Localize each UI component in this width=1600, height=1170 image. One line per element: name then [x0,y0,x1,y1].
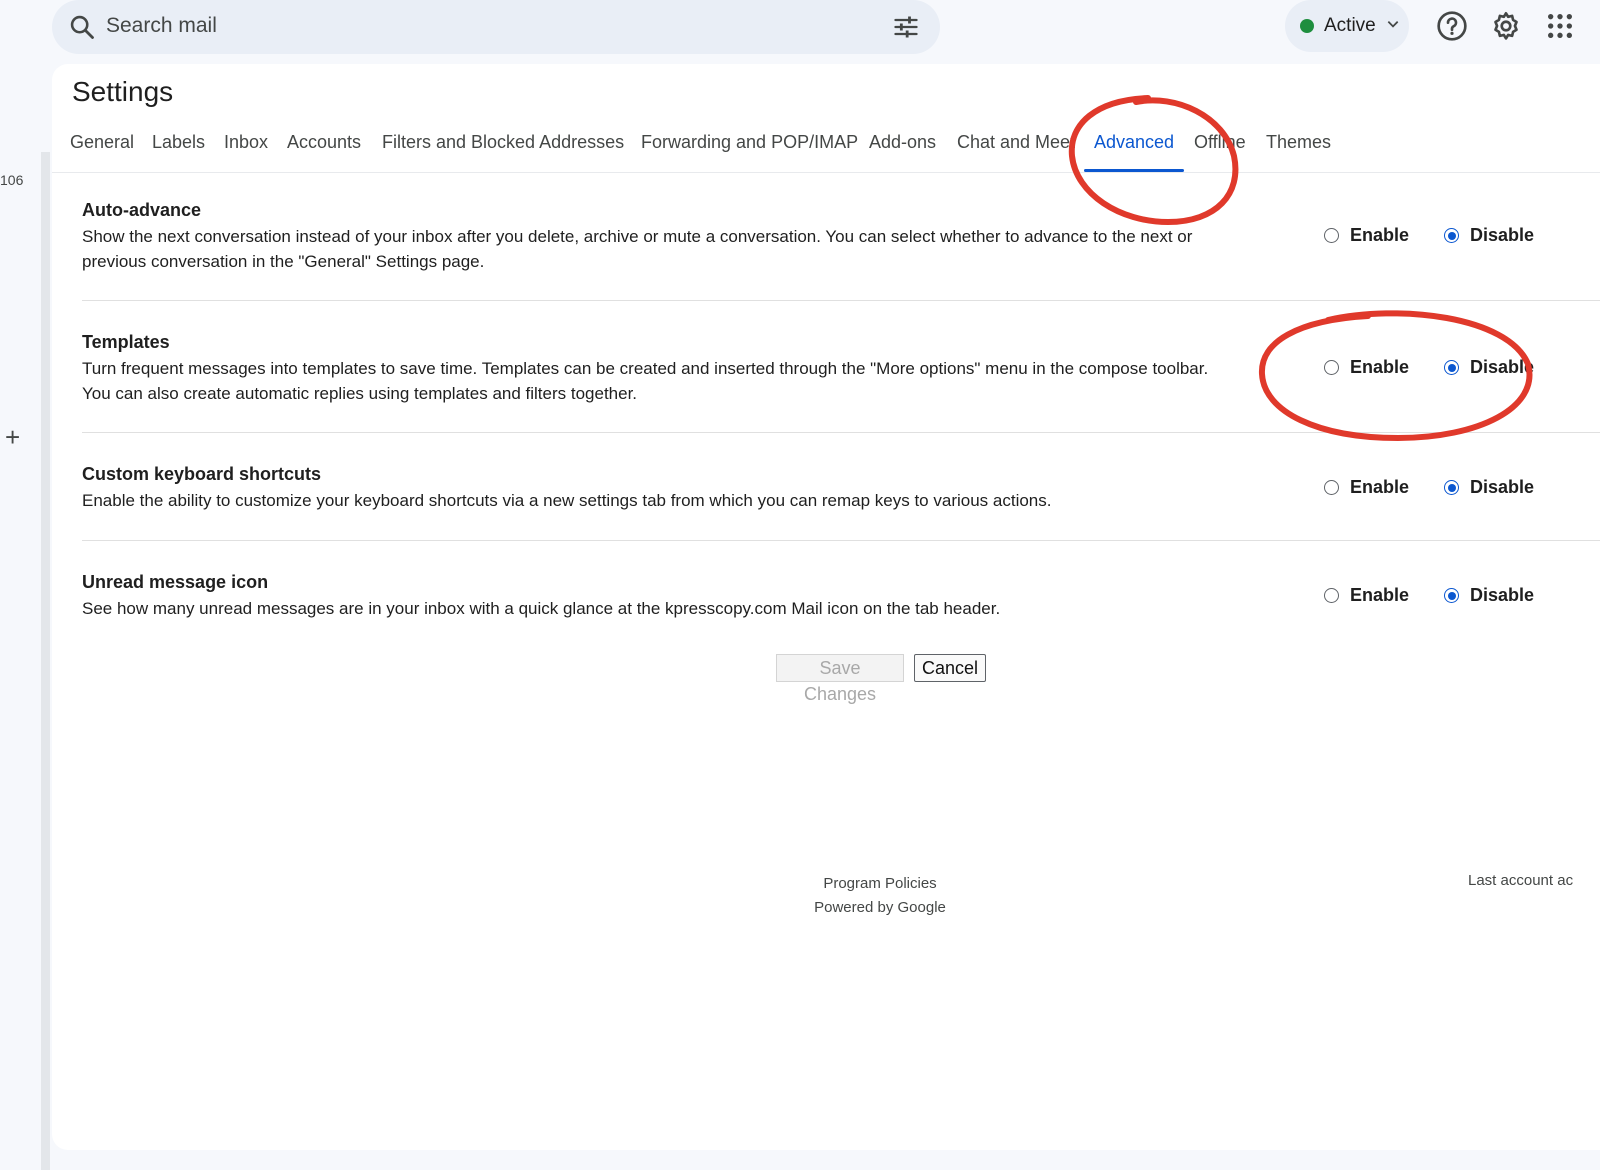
setting-description: Enable the ability to customize your key… [82,491,1052,510]
program-policies-link[interactable]: Program Policies [760,872,1000,896]
status-label: Active [1324,15,1376,36]
enable-label: Enable [1350,225,1410,245]
tab-chat-meet[interactable]: Chat and Meet [957,132,1075,153]
setting-description: See how many unread messages are in your… [82,599,1001,618]
tab-general[interactable]: General [70,132,134,153]
enable-radio[interactable] [1324,360,1339,375]
setting-description: Show the next conversation instead of yo… [82,227,1193,271]
setting-unread-icon: Unread message icon See how many unread … [82,572,1600,622]
footer-links: Program Policies Powered by Google [760,872,1000,920]
tab-filters[interactable]: Filters and Blocked Addresses [382,132,624,153]
disable-label: Disable [1470,225,1535,245]
setting-auto-advance: Auto-advance Show the next conversation … [82,200,1600,274]
status-dot [1300,19,1314,33]
enable-radio[interactable] [1324,228,1339,243]
tab-offline[interactable]: Offline [1194,132,1246,153]
setting-templates: Templates Turn frequent messages into te… [82,332,1600,406]
enable-label: Enable [1350,357,1410,377]
tab-addons[interactable]: Add-ons [869,132,936,153]
powered-by-text: Powered by Google [814,899,946,916]
disable-radio[interactable] [1444,588,1459,603]
cancel-button[interactable]: Cancel [914,654,986,682]
disable-label: Disable [1470,357,1535,377]
disable-label: Disable [1470,585,1535,605]
setting-title: Custom keyboard shortcuts [82,464,322,484]
help-icon[interactable] [1436,10,1468,42]
setting-title: Templates [82,332,170,352]
gear-icon[interactable] [1490,10,1522,42]
search-input[interactable]: Search mail [106,14,217,38]
tab-inbox[interactable]: Inbox [224,132,268,153]
setting-description: Turn frequent messages into templates to… [82,359,1209,403]
last-account-activity: Last account ac [1468,872,1574,889]
rail-scrollbar[interactable] [41,152,50,1170]
tab-forwarding[interactable]: Forwarding and POP/IMAP [641,132,858,153]
disable-radio[interactable] [1444,360,1459,375]
tab-accounts[interactable]: Accounts [287,132,361,153]
search-icon[interactable] [68,13,96,41]
page-title: Settings [72,76,174,107]
save-changes-button[interactable]: Save Changes [776,654,904,704]
tab-themes[interactable]: Themes [1266,132,1331,153]
row-divider [82,432,1600,433]
row-divider [82,540,1600,541]
disable-radio[interactable] [1444,228,1459,243]
settings-panel: Settings General Labels Inbox Accounts F… [52,64,1600,1150]
tabs-divider [52,172,1600,173]
status-button[interactable]: Active [1285,0,1409,52]
enable-radio[interactable] [1324,588,1339,603]
disable-label: Disable [1470,477,1535,497]
tab-labels[interactable]: Labels [152,132,205,153]
add-label-icon[interactable]: + [5,424,20,450]
tab-advanced[interactable]: Advanced [1094,132,1174,153]
enable-label: Enable [1350,585,1410,605]
disable-radio[interactable] [1444,480,1459,495]
rail-count: 106 [0,172,24,188]
left-rail: 106 + [0,0,50,1170]
enable-label: Enable [1350,477,1410,497]
row-divider [82,300,1600,301]
tune-icon[interactable] [892,13,920,41]
setting-title: Unread message icon [82,572,269,592]
apps-grid-icon[interactable] [1544,10,1576,42]
setting-title: Auto-advance [82,200,202,220]
search-bar[interactable]: Search mail [52,0,940,54]
enable-radio[interactable] [1324,480,1339,495]
chevron-down-icon [1387,21,1399,28]
setting-keyboard-shortcuts: Custom keyboard shortcuts Enable the abi… [82,464,1600,514]
